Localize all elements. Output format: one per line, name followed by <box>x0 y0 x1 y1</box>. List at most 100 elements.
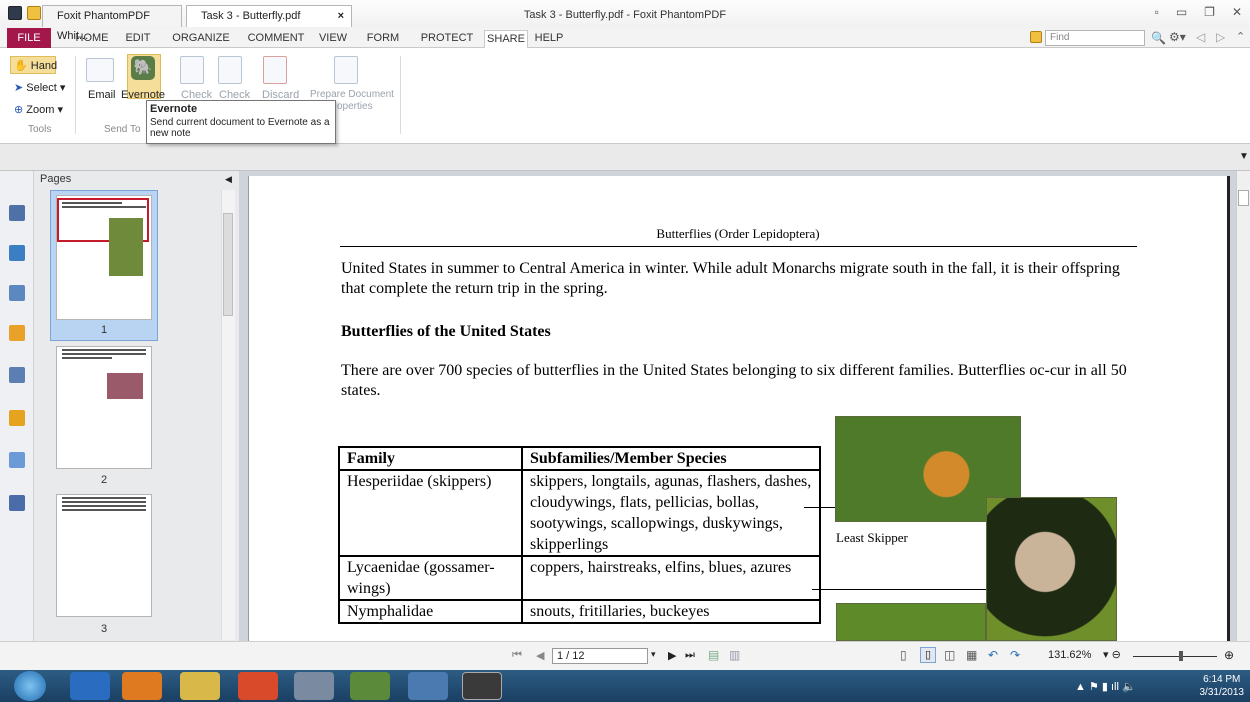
layers-icon[interactable] <box>9 285 25 301</box>
continuous-page-icon[interactable]: ▯ <box>920 647 936 663</box>
species-paragraph: There are over 700 species of butterflie… <box>341 362 1127 399</box>
tray-icons[interactable]: ▲ ⚑ ▮ ıll 🔈 <box>1075 680 1136 693</box>
tab-file[interactable]: FILE <box>7 28 51 48</box>
hand-label: Hand <box>30 60 58 72</box>
document-scrollbar-thumb[interactable] <box>1238 190 1249 206</box>
continuous-facing-icon[interactable]: ▦ <box>966 648 977 662</box>
collapse-panel-icon[interactable]: ◀ <box>225 174 232 185</box>
tab-view[interactable]: VIEW <box>316 30 350 48</box>
intro-paragraph: United States in summer to Central Ameri… <box>341 260 1120 297</box>
start-button[interactable] <box>14 671 46 701</box>
file-explorer-icon[interactable] <box>180 672 220 700</box>
bookmark-icon[interactable] <box>9 205 25 221</box>
page-dropdown-icon[interactable]: ▾ <box>651 649 656 660</box>
lock-icon[interactable] <box>9 410 25 426</box>
zoom-in-icon[interactable]: ⊕ <box>1224 648 1234 662</box>
nymphalid-photo <box>836 603 986 641</box>
tab-share[interactable]: SHARE <box>484 30 528 49</box>
discard-icon <box>263 56 287 84</box>
next-page-icon[interactable]: ▶ <box>668 649 676 662</box>
zoom-icon: ⊕ <box>14 104 24 116</box>
restore-ribbon-icon[interactable]: ▫ <box>1155 5 1159 19</box>
forward-icon[interactable]: ▷ <box>1216 30 1225 44</box>
chrome-icon[interactable] <box>238 672 278 700</box>
zoom-out-icon[interactable]: ▾ ⊖ <box>1103 648 1121 661</box>
search-icon[interactable]: 🔍 <box>1151 31 1166 45</box>
tab-comment[interactable]: COMMENT <box>244 30 308 48</box>
group-tools-label: Tools <box>28 124 52 135</box>
comments-icon[interactable] <box>9 325 25 341</box>
navigation-sidebar <box>0 171 34 641</box>
document-scrollbar[interactable] <box>1236 171 1250 641</box>
thumbnail-image <box>107 373 143 399</box>
collapse-ribbon-icon[interactable]: ⌃ <box>1236 30 1245 43</box>
tooltip-text: Send current document to Evernote as a n… <box>150 117 330 139</box>
butterfly-families-table: Family Subfamilies/Member Species Hesper… <box>338 446 821 624</box>
doc-tab-foxit[interactable]: Foxit PhantomPDF Whit... <box>42 5 182 42</box>
next-view-icon[interactable]: ▥ <box>729 648 740 662</box>
zoom-tool-button[interactable]: ⊕ Zoom ▾ <box>14 103 63 116</box>
first-page-icon[interactable]: ⏮ <box>512 649 522 662</box>
pages-scrollbar-thumb[interactable] <box>223 213 233 316</box>
previous-view-icon[interactable]: ▤ <box>708 648 719 662</box>
section-heading: Butterflies of the United States <box>341 323 551 340</box>
settings-gear-icon[interactable]: ⚙▾ <box>1169 30 1186 44</box>
find-input[interactable]: Find <box>1045 30 1145 46</box>
page-number-input[interactable]: 1 / 12 <box>552 648 648 664</box>
network-app-icon[interactable] <box>350 672 390 700</box>
cursor-icon: ➤ <box>14 82 24 94</box>
back-icon[interactable]: ◁ <box>1196 30 1205 44</box>
maximize-icon[interactable]: ❐ <box>1204 5 1215 19</box>
thumbnail-image <box>109 218 143 276</box>
rotate-left-icon[interactable]: ↶ <box>988 648 998 662</box>
close-icon[interactable]: ✕ <box>1232 5 1242 19</box>
doc-tab-butterfly-label: Task 3 - Butterfly.pdf <box>201 10 301 22</box>
minimize-icon[interactable]: ▭ <box>1176 5 1187 19</box>
tooltip-title: Evernote <box>150 103 198 115</box>
check-out-icon <box>180 56 204 84</box>
document-running-header: Butterflies (Order Lepidoptera) <box>656 226 820 241</box>
hand-tool-label: ✋ Hand <box>14 59 57 72</box>
page-thumbnail-2[interactable] <box>56 346 152 469</box>
table-header-subfamilies: Subfamilies/Member Species <box>521 446 821 471</box>
foxit-pdf-icon[interactable] <box>462 672 502 700</box>
select-tool-button[interactable]: ➤ Select ▾ <box>14 81 65 94</box>
last-page-icon[interactable]: ⏭ <box>685 649 695 662</box>
callout-line <box>812 589 988 590</box>
tab-help[interactable]: HELP <box>531 30 567 48</box>
previous-page-icon[interactable]: ◀ <box>536 649 544 662</box>
page-thumbnail-1[interactable] <box>56 195 152 320</box>
signature-icon[interactable] <box>9 495 25 511</box>
evernote-tooltip: Evernote Send current document to Everno… <box>146 100 336 144</box>
email-button[interactable]: Email <box>88 89 116 101</box>
paint-icon[interactable] <box>294 672 334 700</box>
table-header-family: Family <box>338 446 523 471</box>
tab-protect[interactable]: PROTECT <box>419 30 475 48</box>
doc-tab-butterfly[interactable]: Task 3 - Butterfly.pdf × <box>186 5 352 27</box>
page-number-2: 2 <box>100 474 108 486</box>
single-page-icon[interactable]: ▯ <box>900 648 907 662</box>
prepare-document-button[interactable]: Prepare Document <box>310 89 394 100</box>
pages-icon[interactable] <box>9 245 25 261</box>
rotate-right-icon[interactable]: ↷ <box>1010 648 1020 662</box>
tab-edit[interactable]: EDIT <box>120 30 156 48</box>
table-cell-family: Lycaenidae (gossamer-wings) <box>338 555 523 601</box>
outlook-icon[interactable] <box>122 672 162 700</box>
window-controls: ▫ ▭ ❐ ✕ <box>1155 5 1242 19</box>
facing-page-icon[interactable]: ◫ <box>944 648 955 662</box>
system-clock[interactable]: 6:14 PM 3/31/2013 <box>1200 673 1245 699</box>
close-tab-icon[interactable]: × <box>338 6 344 26</box>
prepare-document-label-2: operties <box>337 101 373 112</box>
tab-form[interactable]: FORM <box>366 30 400 48</box>
tab-organize[interactable]: ORGANIZE <box>168 30 234 48</box>
zoom-slider-handle[interactable] <box>1179 651 1183 661</box>
zoom-level: 131.62% <box>1048 649 1092 661</box>
page-thumbnail-3[interactable] <box>56 494 152 617</box>
tab-list-chevron-down-icon[interactable]: ▼ <box>1239 151 1249 162</box>
internet-explorer-icon[interactable] <box>70 672 110 700</box>
form-fields-icon[interactable] <box>9 452 25 468</box>
attachment-icon[interactable] <box>9 367 25 383</box>
pages-panel-header: Pages <box>40 173 72 185</box>
zoom-slider[interactable] <box>1133 656 1217 657</box>
control-panel-icon[interactable] <box>408 672 448 700</box>
